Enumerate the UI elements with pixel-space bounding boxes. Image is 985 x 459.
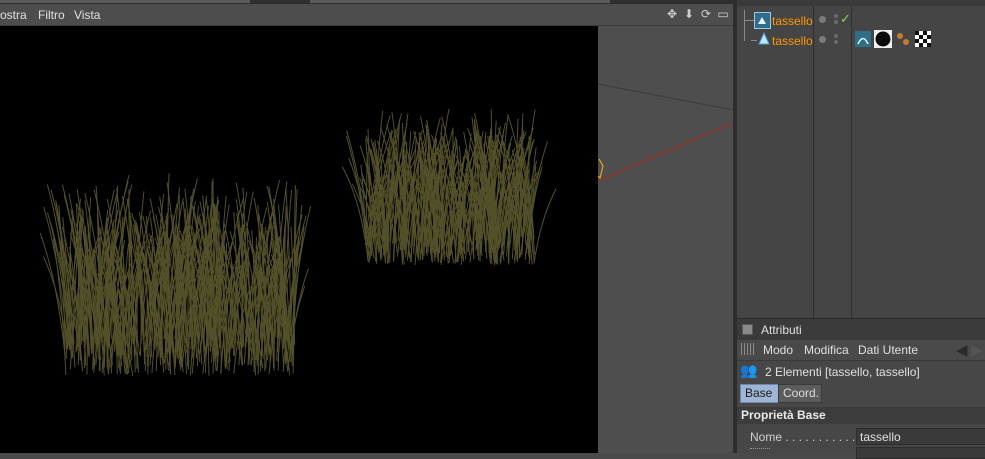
column-separator: [813, 6, 814, 318]
field-label-nome: Nome . . . . . . . . . . . .: [750, 430, 862, 444]
visibility-dot[interactable]: [819, 36, 826, 43]
material-black-icon[interactable]: [874, 30, 892, 48]
generator-icon: [754, 12, 771, 29]
editor-viewport[interactable]: [598, 26, 733, 453]
name-field-value: tassello: [860, 430, 901, 444]
move-icon[interactable]: ✥: [665, 7, 679, 21]
menu-modifica[interactable]: Modifica: [804, 343, 849, 357]
section-header: Proprietà Base: [737, 407, 985, 424]
tree-line: [744, 10, 745, 41]
top-tab-segment: [310, 0, 610, 3]
grass-blade: [342, 167, 365, 240]
render-dot[interactable]: [834, 14, 838, 18]
menu-modo[interactable]: Modo: [763, 343, 793, 357]
attributes-titlebar: Attributi: [737, 318, 985, 340]
object-name[interactable]: tassello: [772, 14, 813, 28]
multiple-objects-icon: 👥: [740, 362, 757, 379]
enabled-check-icon[interactable]: ✓: [840, 11, 851, 27]
panel-grip-icon[interactable]: [742, 324, 753, 335]
editor-dot[interactable]: [834, 40, 838, 44]
object-manager: tassello ✓ tassello: [737, 0, 985, 318]
menu-vista[interactable]: Vista: [74, 8, 100, 22]
object-manager-header: [737, 0, 985, 6]
name-field[interactable]: tassello: [856, 428, 985, 445]
attributes-menubar: Modo Modifica Dati Utente ◀ ▶: [737, 339, 985, 361]
tab-coord[interactable]: Coord.: [778, 384, 822, 403]
back-arrow-icon[interactable]: ◀: [956, 341, 968, 359]
grass-render-image: [0, 26, 598, 453]
viewport-menubar: ostra Filtro Vista ✥ ⬇ ⟳ ▭: [0, 4, 733, 26]
field-partial[interactable]: [856, 447, 985, 459]
grass-blade: [346, 136, 368, 261]
maximize-icon[interactable]: ▭: [716, 7, 730, 21]
render-dot[interactable]: [834, 34, 838, 38]
menu-dati-utente[interactable]: Dati Utente: [858, 343, 918, 357]
selection-summary: 2 Elementi [tassello, tassello]: [765, 365, 920, 379]
rotate-icon[interactable]: ⟳: [699, 7, 713, 21]
field-label-partial: [750, 448, 770, 455]
panel-title: Attributi: [761, 323, 802, 337]
object-name[interactable]: tassello: [772, 34, 813, 48]
grass-blade: [147, 216, 148, 366]
top-tab-segment: [0, 0, 250, 3]
checker-tag-icon[interactable]: [915, 31, 931, 47]
attributes-manager: Attributi Modo Modifica Dati Utente ◀ ▶ …: [737, 318, 985, 453]
editor-dot[interactable]: [834, 20, 838, 24]
section-title: Proprietà Base: [741, 408, 826, 422]
grip-icon[interactable]: [741, 343, 755, 355]
cone-icon: [757, 32, 771, 46]
visibility-dot[interactable]: [819, 16, 826, 23]
menu-filtro[interactable]: Filtro: [38, 8, 65, 22]
tab-base[interactable]: Base: [740, 384, 779, 403]
menu-mostra[interactable]: ostra: [0, 8, 27, 22]
forward-arrow-icon[interactable]: ▶: [971, 341, 983, 359]
tree-line: [744, 20, 754, 21]
material-dots-icon[interactable]: [895, 31, 911, 47]
viewport-grid: [598, 26, 733, 453]
hair-tag-icon[interactable]: [855, 31, 871, 47]
grass-blade: [534, 189, 556, 264]
move-down-icon[interactable]: ⬇: [682, 7, 696, 21]
render-viewport[interactable]: [0, 26, 598, 453]
column-separator: [851, 6, 852, 318]
